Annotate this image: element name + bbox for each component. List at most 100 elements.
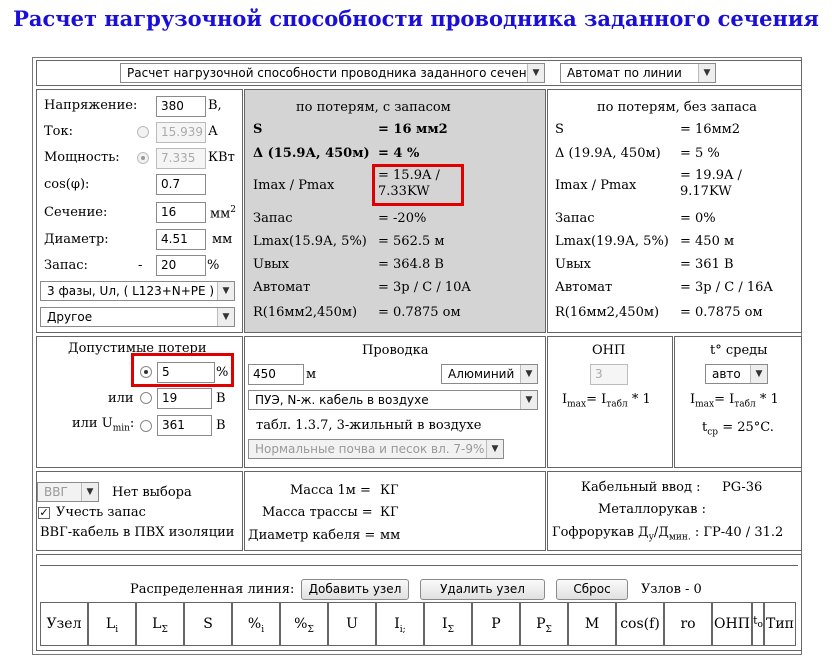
temp-header: t° среды xyxy=(710,343,768,358)
wr-value: = 0.7875 ом xyxy=(378,305,461,320)
wiring-header: Проводка xyxy=(362,343,429,358)
temp-select[interactable]: авто ▼ xyxy=(705,364,768,384)
imax-highlight-box xyxy=(372,164,464,206)
nr-label: Δ (19.9А, 450м) xyxy=(555,146,661,161)
volt-loss-input[interactable]: 19 xyxy=(157,388,212,409)
temp-sub-max: max xyxy=(695,399,715,410)
umin-label-text: или U xyxy=(72,416,113,431)
nr-value: = 5 % xyxy=(680,146,720,161)
or-label: или xyxy=(108,391,134,406)
delete-node-button[interactable]: Удалить узел xyxy=(420,579,545,600)
wr-label: Uвых xyxy=(253,257,289,272)
umin-input[interactable]: 361 xyxy=(157,415,212,436)
wr-label: Автомат xyxy=(253,280,311,295)
diameter-input[interactable]: 4.51 xyxy=(156,229,206,250)
chevron-down-icon: ▼ xyxy=(217,282,234,300)
table-header-main: U xyxy=(346,616,358,632)
umin-unit: В xyxy=(216,418,226,433)
phase-select-value: 3 фазы, Uл, ( L123+N+PE ) xyxy=(47,284,215,298)
nr-label: R(16мм2,450м) xyxy=(555,305,660,320)
table-header-main: M xyxy=(584,616,600,632)
chevron-down-icon: ▼ xyxy=(527,64,544,82)
table-header-main: % xyxy=(294,616,308,632)
corr-label: Гофрорукав Д xyxy=(552,525,649,540)
nr-label: S xyxy=(555,122,564,137)
table-header-cell: %i xyxy=(232,602,280,646)
chevron-down-icon: ▼ xyxy=(81,483,98,501)
table-header-cell: Ii; xyxy=(376,602,424,646)
table-header-cell: P xyxy=(472,602,520,646)
table-header-main: Тип xyxy=(766,616,794,632)
material-select[interactable]: Алюминий ▼ xyxy=(441,364,538,384)
loss-highlight-box xyxy=(131,353,234,387)
breaker-select[interactable]: Автомат по линии ▼ xyxy=(560,63,716,83)
table-header-main: ro xyxy=(680,616,696,632)
cos-input[interactable]: 0.7 xyxy=(156,174,206,195)
reset-button[interactable]: Сброс xyxy=(556,579,628,600)
reserve-label: Запас: xyxy=(44,258,88,273)
chevron-down-icon: ▼ xyxy=(486,440,503,458)
onp-input[interactable]: 3 xyxy=(590,364,628,385)
install-select[interactable]: ПУЭ, N-ж. кабель в воздухе ▼ xyxy=(248,390,538,410)
voltage-input[interactable]: 380 xyxy=(156,96,206,117)
no-choice-label: Нет выбора xyxy=(112,485,192,500)
tcp-sub: ср xyxy=(707,427,719,438)
table-header-cell: to xyxy=(752,602,764,646)
umin-radio[interactable] xyxy=(140,420,152,432)
onp-sub-max: max xyxy=(567,399,587,410)
table-header-cell: M xyxy=(568,602,616,646)
other-select-value: Другое xyxy=(47,310,93,324)
section-unit: мм2 xyxy=(210,205,236,221)
reserve-checkbox[interactable]: ✓ xyxy=(38,507,50,519)
temp-select-value: авто xyxy=(712,367,741,381)
table-header-cell: cos(f) xyxy=(616,602,664,646)
current-radio[interactable] xyxy=(137,126,149,138)
other-select[interactable]: Другое ▼ xyxy=(40,307,235,327)
nr-value: = 450 м xyxy=(680,234,735,249)
cable-type-select[interactable]: ВВГ ▼ xyxy=(37,482,99,502)
nr-value: = 361 В xyxy=(680,257,734,272)
length-unit: м xyxy=(306,367,317,382)
wr-value: = 4 % xyxy=(378,146,420,161)
mode-select[interactable]: Расчет нагрузочной способности проводник… xyxy=(120,63,545,83)
table-header-cell: %Σ xyxy=(280,602,328,646)
soil-select[interactable]: Нормальные почва и песок вл. 7-9% ▼ xyxy=(248,439,504,459)
nr-value: = 16мм2 xyxy=(680,122,741,137)
power-radio[interactable] xyxy=(137,152,149,164)
table-header-cell: Тип xyxy=(764,602,796,646)
page-title: Расчет нагрузочной способности проводник… xyxy=(13,6,819,31)
cable-dia-unit: мм xyxy=(380,528,401,543)
corr-value: : ГР-40 / 31.2 xyxy=(694,525,784,540)
wr-value: = 562.5 м xyxy=(378,234,445,249)
phase-select[interactable]: 3 фазы, Uл, ( L123+N+PE ) ▼ xyxy=(40,281,235,301)
length-input[interactable]: 450 xyxy=(248,364,304,385)
nr-label: Автомат xyxy=(555,280,613,295)
power-input[interactable]: 7.335 xyxy=(156,148,206,169)
volt-loss-radio[interactable] xyxy=(140,392,152,404)
temp-formula: Imax= Iтабл * 1 xyxy=(690,392,779,410)
wr-value: = 16 мм2 xyxy=(378,122,448,137)
wr-label: R(16мм2,450м) xyxy=(253,305,358,320)
table-header-main: S xyxy=(203,616,213,632)
chevron-down-icon: ▼ xyxy=(217,308,234,326)
current-input[interactable]: 15.939 xyxy=(156,122,206,143)
metal-hose-label: Металлорукав : xyxy=(598,502,706,517)
corr-hose: Гофрорукав Ду/Дмин. : ГР-40 / 31.2 xyxy=(552,525,783,543)
temp-formula-c: * 1 xyxy=(759,392,779,407)
table-header-cell: ОНП xyxy=(712,602,752,646)
table-header-sub: Σ xyxy=(447,624,454,635)
reserve-input[interactable]: 20 xyxy=(156,255,206,276)
section-input[interactable]: 16 xyxy=(156,202,206,223)
install-select-value: ПУЭ, N-ж. кабель в воздухе xyxy=(255,393,429,407)
table-note: табл. 1.3.7, 3-жильный в воздухе xyxy=(256,418,482,433)
voltage-label: Напряжение: xyxy=(44,98,138,113)
material-select-value: Алюминий xyxy=(448,367,515,381)
volt-unit: В xyxy=(216,391,226,406)
umin-sub: min xyxy=(112,423,130,434)
umin-label: или Umin: xyxy=(72,416,134,434)
add-node-button[interactable]: Добавить узел xyxy=(301,579,409,600)
nr-label: Lmax(19.9А, 5%) xyxy=(555,234,669,249)
mass-1m-label: Масса 1м = xyxy=(290,483,371,498)
wr-value: = 364.8 В xyxy=(378,257,444,272)
onp-formula: Imax= Iтабл * 1 xyxy=(562,392,651,410)
